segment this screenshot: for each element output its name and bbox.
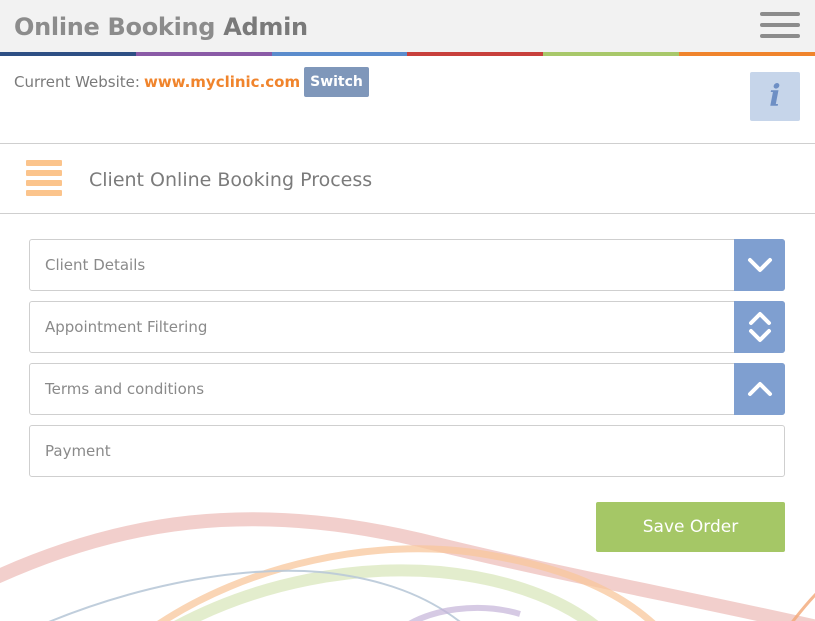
collapse-button[interactable] <box>734 363 785 415</box>
accordion-label: Payment <box>45 442 111 460</box>
accordion-appointment-filtering[interactable]: Appointment Filtering <box>29 301 785 353</box>
app-title-main: Online Booking <box>14 13 216 41</box>
top-bar: Online Booking Admin <box>0 0 815 52</box>
accordion-payment[interactable]: Payment <box>29 425 785 477</box>
expand-button[interactable] <box>734 239 785 291</box>
swirl-purple <box>408 604 521 621</box>
accordion-label: Terms and conditions <box>45 380 205 398</box>
switch-button[interactable]: Switch <box>304 67 369 97</box>
chevron-up-down-icon <box>748 312 771 342</box>
stripe-segment <box>0 52 136 56</box>
chevron-up-icon <box>747 382 772 396</box>
decorative-swirls <box>0 512 815 621</box>
info-icon: i <box>769 79 781 114</box>
hamburger-menu-icon[interactable] <box>760 12 800 38</box>
current-website-label: Current Website: <box>14 73 140 91</box>
section-header: Client Online Booking Process <box>0 143 815 214</box>
chevron-down-icon <box>747 258 772 272</box>
current-website-link[interactable]: www.myclinic.com <box>144 73 300 91</box>
stripe-segment <box>543 52 680 56</box>
sort-button[interactable] <box>734 301 785 353</box>
color-stripe <box>0 52 815 56</box>
stripe-segment <box>135 52 272 56</box>
stripe-segment <box>271 52 408 56</box>
page-title: Client Online Booking Process <box>89 169 373 191</box>
accordion-label: Client Details <box>45 256 146 274</box>
list-icon <box>26 160 62 196</box>
app-title: Online Booking Admin <box>14 13 308 41</box>
current-website-row: Current Website: www.myclinic.com Switch <box>14 67 369 97</box>
accordion-terms-and-conditions[interactable]: Terms and conditions <box>29 363 785 415</box>
stripe-segment <box>407 52 544 56</box>
stripe-segment <box>679 52 815 56</box>
accordion-label: Appointment Filtering <box>45 318 208 336</box>
app-title-accent: Admin <box>223 13 308 41</box>
info-button[interactable]: i <box>750 72 800 121</box>
accordion-client-details[interactable]: Client Details <box>29 239 785 291</box>
swirl-green <box>174 564 599 621</box>
swirl-orange <box>157 545 656 621</box>
